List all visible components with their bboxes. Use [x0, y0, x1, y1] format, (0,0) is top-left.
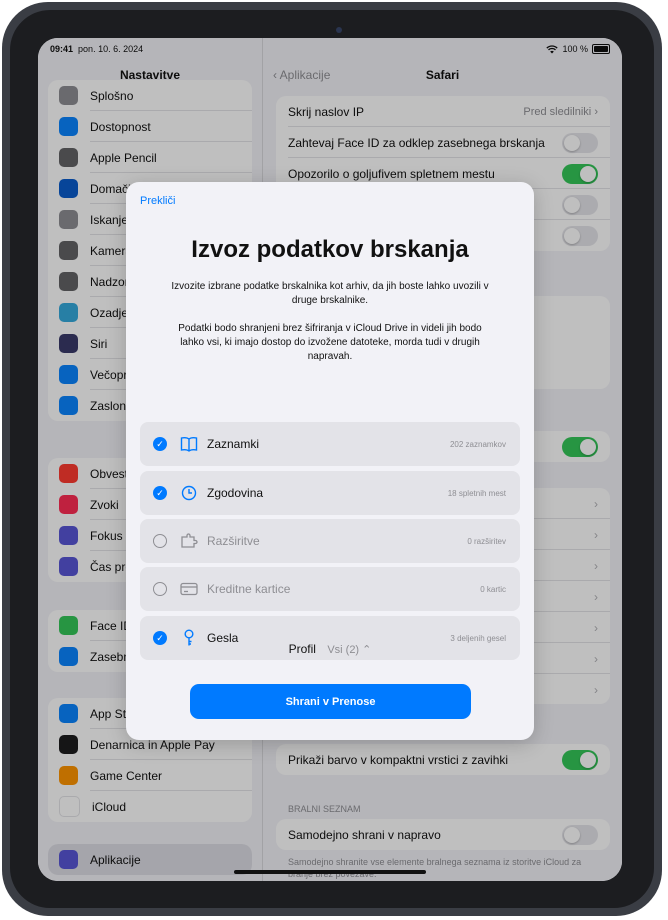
export-option-credit-card[interactable]: Kreditne kartice 0 kartic [140, 567, 520, 611]
home-indicator [234, 870, 426, 874]
front-camera [336, 27, 342, 33]
export-option-count: 0 razširitev [467, 536, 506, 546]
export-option-label: Zaznamki [207, 437, 260, 451]
profile-selector[interactable]: Profil Vsi (2) ⌃ [126, 642, 534, 656]
chevron-up-down-icon: ⌃ [362, 644, 372, 656]
export-option-count: 18 spletnih mest [447, 488, 506, 498]
export-option-label: Zgodovina [207, 486, 264, 500]
book-icon [180, 435, 198, 453]
extension-icon [180, 532, 198, 550]
sheet-description-2: Podatki bodo shranjeni brez šifriranja v… [178, 323, 482, 362]
empty-circle-icon[interactable] [153, 534, 167, 548]
export-browsing-data-sheet: Prekliči Izvoz podatkov brskanja Izvozit… [126, 182, 534, 740]
sheet-title: Izvoz podatkov brskanja [191, 236, 469, 263]
checkmark-circle-icon[interactable]: ✓ [153, 437, 167, 451]
profile-label: Profil [288, 642, 316, 656]
clock-icon [180, 484, 198, 502]
cancel-button[interactable]: Prekliči [140, 195, 175, 207]
export-option-count: 0 kartic [480, 584, 506, 594]
profile-value: Vsi (2) ⌃ [327, 644, 371, 656]
credit-card-icon [180, 580, 198, 598]
sheet-description-1: Izvozite izbrane podatke brskalnika kot … [171, 281, 489, 306]
export-option-extension[interactable]: Razširitve 0 razširitev [140, 519, 520, 563]
export-option-clock[interactable]: ✓ Zgodovina 18 spletnih mest [140, 471, 520, 515]
save-to-downloads-button[interactable]: Shrani v Prenose [190, 684, 471, 719]
export-option-count: 202 zaznamkov [449, 439, 506, 449]
export-option-book[interactable]: ✓ Zaznamki 202 zaznamkov [140, 422, 520, 466]
empty-circle-icon[interactable] [153, 582, 167, 596]
export-option-label: Razširitve [207, 534, 260, 548]
checkmark-circle-icon[interactable]: ✓ [153, 486, 167, 500]
export-option-label: Kreditne kartice [207, 582, 291, 596]
profile-value-text: Vsi (2) [327, 644, 360, 656]
screen: Nastavitve Splošno Dostopnost Apple Pencil… [38, 38, 622, 881]
